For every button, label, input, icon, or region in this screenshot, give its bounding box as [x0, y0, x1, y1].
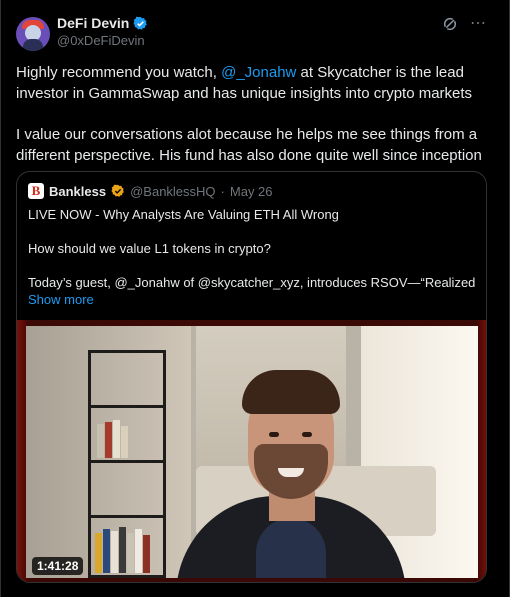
quoted-author-handle: @BanklessHQ [130, 183, 216, 199]
tweet-paragraph-2: I value our conversations alot because h… [16, 126, 482, 164]
mention-link[interactable]: @_Jonahw [221, 64, 296, 81]
tweet-actions: ⋯ [442, 16, 487, 32]
video-thumbnail [26, 326, 478, 578]
quoted-line-1: LIVE NOW - Why Analysts Are Valuing ETH … [28, 207, 339, 222]
author-avatar[interactable] [16, 17, 50, 51]
quoted-author-name: Bankless [49, 183, 107, 199]
quoted-line-2: How should we value L1 tokens in crypto? [28, 241, 271, 256]
verified-badge-icon [133, 16, 148, 30]
video-duration-badge: 1:41:28 [32, 557, 84, 575]
video-player[interactable]: 1:41:28 [17, 320, 486, 582]
tweet-paragraph-1: Highly recommend you watch, @_Jonahw at … [16, 62, 501, 104]
bankless-logo-icon: B [28, 183, 44, 199]
quoted-line-3: Today’s guest, @_Jonahw of @skycatcher_x… [28, 275, 480, 290]
show-more-link[interactable]: Show more [28, 291, 480, 308]
author-name-row: DeFi Devin [57, 15, 148, 31]
tweet-body: Highly recommend you watch, @_Jonahw at … [16, 62, 501, 186]
more-options-icon[interactable]: ⋯ [470, 16, 487, 32]
quoted-tweet-header: B Bankless @BanklessHQ · May 26 [28, 183, 273, 199]
quoted-tweet-text: LIVE NOW - Why Analysts Are Valuing ETH … [28, 206, 480, 308]
quoted-tweet[interactable]: B Bankless @BanklessHQ · May 26 LIVE NOW… [16, 171, 487, 583]
tweet-text-segment: Highly recommend you watch, [16, 64, 222, 81]
grok-icon[interactable] [442, 16, 458, 32]
separator-dot: · [220, 183, 225, 199]
author-display-name[interactable]: DeFi Devin [57, 15, 129, 31]
verified-gold-badge-icon [111, 184, 124, 197]
quoted-tweet-date: May 26 [229, 183, 273, 199]
author-handle[interactable]: @0xDeFiDevin [57, 33, 145, 48]
tweet-card: DeFi Devin @0xDeFiDevin ⋯ Highly recomme… [0, 0, 510, 597]
